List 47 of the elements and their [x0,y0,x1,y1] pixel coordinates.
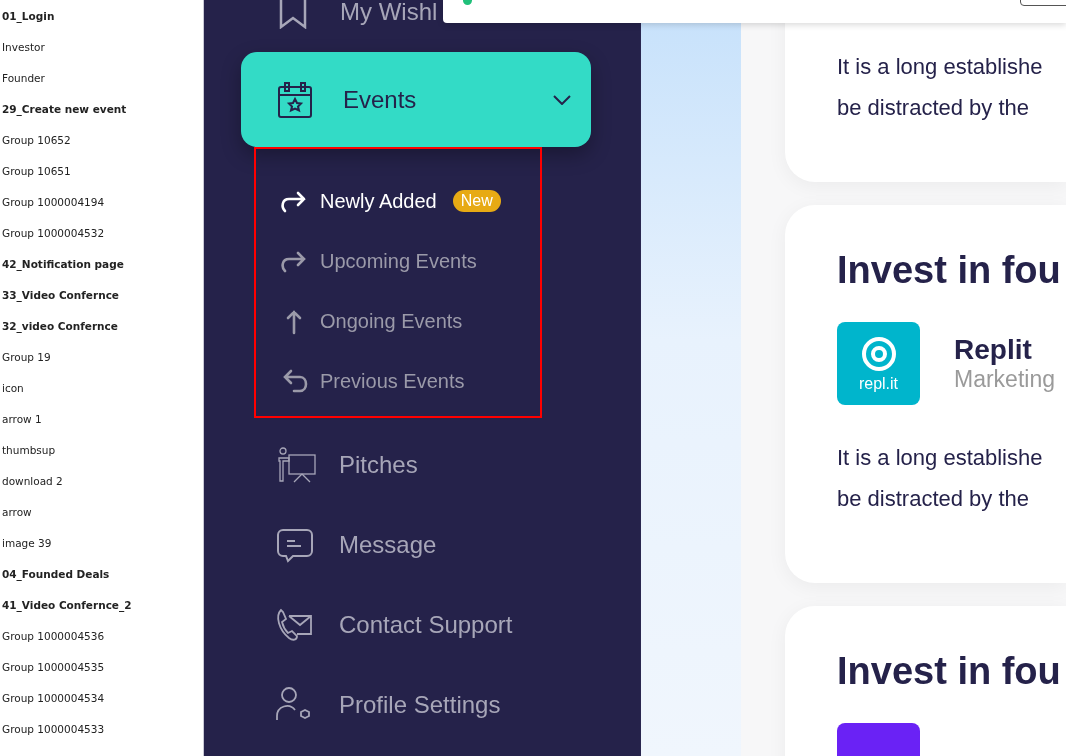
company-category: Marketing [954,366,1055,393]
layer-item[interactable]: icon [0,372,203,403]
layer-item[interactable]: Group 19 [0,341,203,372]
events-menu-item[interactable]: Events [241,52,591,147]
menu-item[interactable]: Profile Settings [241,665,507,745]
layer-item[interactable]: image 39 [0,527,203,558]
layer-item[interactable]: Group 10651 [0,155,203,186]
menu-item[interactable]: Message [241,505,443,585]
layer-item[interactable]: 32_video Confernce [0,310,203,341]
layer-item[interactable]: Group 1000004533 [0,713,203,744]
layer-item[interactable]: Investor [0,31,203,62]
layer-item[interactable]: arrow [0,496,203,527]
layer-item[interactable]: Group 1000004534 [0,682,203,713]
logo-text: repl.it [858,374,899,393]
layer-item[interactable]: Founder [0,62,203,93]
layer-item[interactable]: 29_Create new event [0,93,203,124]
company-name: Replit [954,334,1033,366]
layer-item[interactable]: 33_Video Confernce [0,279,203,310]
layer-item[interactable]: 04_Founded Deals [0,558,203,589]
new-badge: New [452,190,501,212]
submenu-item[interactable]: Ongoing Events [280,291,463,351]
menu-item-label[interactable]: My Wishl [340,0,438,26]
menu-item[interactable]: Pitches [241,425,424,505]
layer-item[interactable]: Group 1000004194 [0,186,203,217]
layer-item[interactable]: 01_Login [0,0,203,31]
body-text: It is a long establishe [837,53,1044,81]
layer-item[interactable]: Group 10652 [0,124,203,155]
layer-item[interactable]: 42_Notification page [0,248,203,279]
body-text: It is a long establishe [837,444,1044,472]
presentation-board-icon [275,446,317,484]
layer-item[interactable]: arrow 1 [0,403,203,434]
layer-item[interactable]: thumbsup [0,434,203,465]
body-text: be distracted by the [837,485,1030,513]
submenu-item[interactable]: Newly Added New [280,171,501,231]
layer-item[interactable]: Group 1000004532 [0,217,203,248]
layer-item[interactable]: Group 1000004535 [0,651,203,682]
bookmark-icon [278,0,308,29]
card-title: Invest in fou [837,249,1062,292]
body-text: be distracted by the [837,94,1030,122]
calendar-star-icon [277,80,313,119]
submenu-item[interactable]: Previous Events [280,351,465,411]
layer-item[interactable]: download 2 [0,465,203,496]
card-title: Invest in fou [837,650,1062,693]
layer-item[interactable]: Group 1000004536 [0,620,203,651]
submenu-item[interactable]: Upcoming Events [280,231,477,291]
menu-item[interactable]: Contact Support [241,585,519,665]
layer-item[interactable]: 41_Video Confernce_2 [0,589,203,620]
